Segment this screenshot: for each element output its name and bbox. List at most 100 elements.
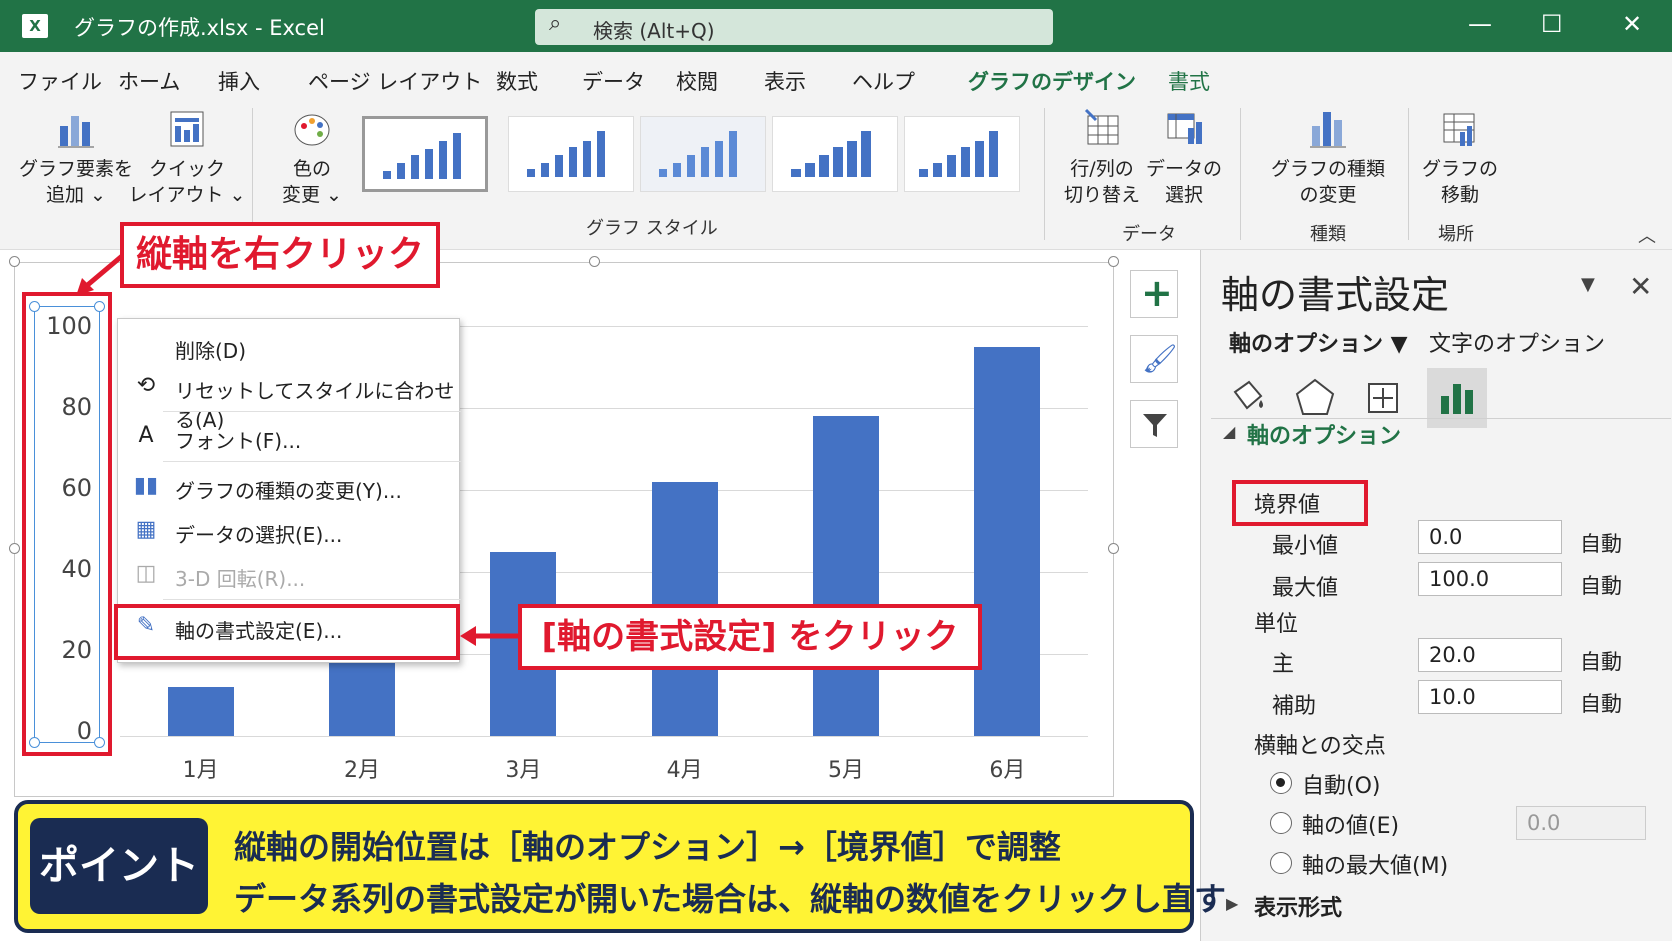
quick-layout-button[interactable]: クイック レイアウト ⌄ (128, 108, 246, 208)
major-unit-input[interactable]: 20.0 (1418, 638, 1562, 672)
minimize-button[interactable]: — (1468, 10, 1492, 38)
minor-auto-button[interactable]: 自動 (1580, 688, 1622, 718)
tab-review[interactable]: 校閲 (676, 66, 718, 96)
chart-filters-button[interactable] (1130, 400, 1178, 448)
units-label: 単位 (1254, 612, 1299, 637)
chart-style-2[interactable] (508, 116, 634, 192)
resize-handle[interactable] (1108, 256, 1119, 267)
tab-file[interactable]: ファイル (18, 66, 102, 96)
ribbon-tabs: ファイル ホーム 挿入 ページ レイアウト 数式 データ 校閲 表示 ヘルプ グ… (0, 52, 1672, 102)
chart-style-thumbnail (791, 131, 871, 177)
min-bound-input[interactable]: 0.0 (1418, 520, 1562, 554)
change-chart-type-button[interactable]: グラフの種類 の変更 (1258, 108, 1398, 208)
menu-change-chart-type[interactable]: ▮▮ グラフの種類の変更(Y)... (118, 467, 461, 507)
axis-highlight (22, 292, 112, 756)
close-button[interactable]: ✕ (1622, 10, 1642, 38)
tab-axis-options[interactable]: 軸のオプション ▼ (1229, 326, 1408, 358)
resize-handle[interactable] (9, 256, 20, 267)
menu-reset-style[interactable]: ⟲ リセットしてスタイルに合わせる(A) (118, 367, 461, 432)
reset-style-icon: ⟲ (136, 373, 156, 398)
menu-divider (163, 461, 461, 462)
menu-font-label: フォント(F)... (175, 429, 302, 453)
chart-style-5[interactable] (904, 116, 1020, 192)
min-auto-button[interactable]: 自動 (1580, 528, 1622, 558)
search-icon: ⌕ (549, 11, 562, 36)
section-number-format[interactable]: 表示形式 (1254, 890, 1342, 922)
select-data-button[interactable]: データの 選択 (1144, 108, 1224, 208)
menu-delete[interactable]: 削除(D) (118, 327, 461, 367)
menu-3d-rotation: ◫ 3-D 回転(R)... (118, 555, 461, 595)
chart-styles-button[interactable]: 🖌 (1130, 335, 1178, 383)
data-group-label: データ (1122, 224, 1176, 245)
gridline (120, 736, 1088, 737)
size-properties-icon[interactable] (1357, 372, 1409, 424)
title-bar: X グラフの作成.xlsx - Excel ⌕ 検索 (Alt+Q) — ☐ ✕ (0, 0, 1672, 52)
menu-font[interactable]: A フォント(F)... (118, 417, 461, 457)
bar[interactable] (813, 416, 879, 736)
max-bound-input[interactable]: 100.0 (1418, 562, 1562, 596)
min-label: 最小値 (1272, 534, 1339, 559)
maximize-button[interactable]: ☐ (1541, 10, 1563, 38)
chart-style-4[interactable] (772, 116, 898, 192)
tab-chart-design[interactable]: グラフのデザイン (968, 66, 1136, 96)
add-element-label-2: 追加 ⌄ (46, 184, 106, 206)
excel-logo-icon: X (22, 14, 48, 38)
tab-page-layout[interactable]: ページ レイアウト (308, 66, 482, 96)
menu-select-data-label: データの選択(E)... (175, 523, 343, 547)
max-label: 最大値 (1272, 576, 1339, 601)
tab-formulas[interactable]: 数式 (496, 66, 538, 96)
location-group-label: 場所 (1438, 224, 1474, 245)
add-chart-element-button[interactable]: グラフ要素を 追加 ⌄ (16, 108, 136, 208)
tab-insert[interactable]: 挿入 (218, 66, 260, 96)
tab-view[interactable]: 表示 (764, 66, 806, 96)
chart-style-thumbnail (383, 133, 461, 179)
minor-unit-input[interactable]: 10.0 (1418, 680, 1562, 714)
collapse-triangle-icon[interactable]: ◢ (1223, 422, 1235, 441)
chart-element-icon (58, 116, 94, 148)
resize-handle[interactable] (9, 543, 20, 554)
axis-options-chart-icon[interactable] (1431, 372, 1483, 424)
tab-format[interactable]: 書式 (1168, 66, 1210, 96)
chart-style-3[interactable] (640, 116, 766, 192)
bounds-highlight (1232, 480, 1368, 526)
switch-row-column-button[interactable]: 行/列の 切り替え (1062, 108, 1142, 208)
section-axis-options[interactable]: 軸のオプション (1247, 418, 1401, 450)
chart-type-icon (1310, 112, 1346, 148)
radio-axis-max[interactable] (1270, 852, 1292, 874)
major-auto-button[interactable]: 自動 (1580, 646, 1622, 676)
move-chart-label-2: 移動 (1440, 184, 1479, 206)
switch-label-2: 切り替え (1063, 184, 1140, 206)
ribbon-divider (1408, 108, 1409, 240)
point-badge: ポイント (30, 818, 208, 914)
tab-data[interactable]: データ (582, 66, 645, 96)
bar[interactable] (167, 686, 234, 736)
tab-home[interactable]: ホーム (118, 66, 180, 96)
fill-line-icon[interactable] (1221, 372, 1273, 424)
radio-axis-value[interactable] (1270, 812, 1292, 834)
max-auto-button[interactable]: 自動 (1580, 570, 1622, 600)
search-box[interactable]: ⌕ 検索 (Alt+Q) (535, 9, 1053, 45)
pane-menu-icon[interactable]: ▼ (1581, 274, 1595, 295)
x-tick-label: 2月 (344, 758, 380, 783)
chart-styles-group-label: グラフ スタイル (586, 218, 718, 239)
chart-style-1[interactable] (362, 116, 488, 192)
tab-text-options[interactable]: 文字のオプション (1429, 326, 1605, 358)
chart-elements-button[interactable]: + (1130, 270, 1178, 318)
pane-close-icon[interactable]: ✕ (1629, 270, 1652, 303)
callout-click-format-axis: [軸の書式設定] をクリック (518, 604, 982, 670)
change-colors-button[interactable]: 色の 変更 ⌄ (262, 108, 362, 208)
callout-right-click-axis: 縦軸を右クリック (120, 222, 440, 288)
brush-icon: 🖌 (1142, 342, 1178, 375)
expand-triangle-icon[interactable]: ▶ (1226, 894, 1238, 913)
move-chart-button[interactable]: グラフの 移動 (1418, 108, 1502, 208)
radio-auto[interactable] (1270, 772, 1292, 794)
search-placeholder: 検索 (Alt+Q) (593, 19, 715, 43)
collapse-ribbon-icon[interactable]: ︿ (1638, 222, 1656, 248)
axis-value-input: 0.0 (1516, 806, 1646, 840)
menu-select-data[interactable]: ▦ データの選択(E)... (118, 511, 461, 551)
resize-handle[interactable] (589, 256, 600, 267)
bar[interactable] (974, 346, 1041, 736)
tab-help[interactable]: ヘルプ (852, 66, 915, 96)
effects-icon[interactable] (1289, 372, 1341, 424)
resize-handle[interactable] (1108, 543, 1119, 554)
